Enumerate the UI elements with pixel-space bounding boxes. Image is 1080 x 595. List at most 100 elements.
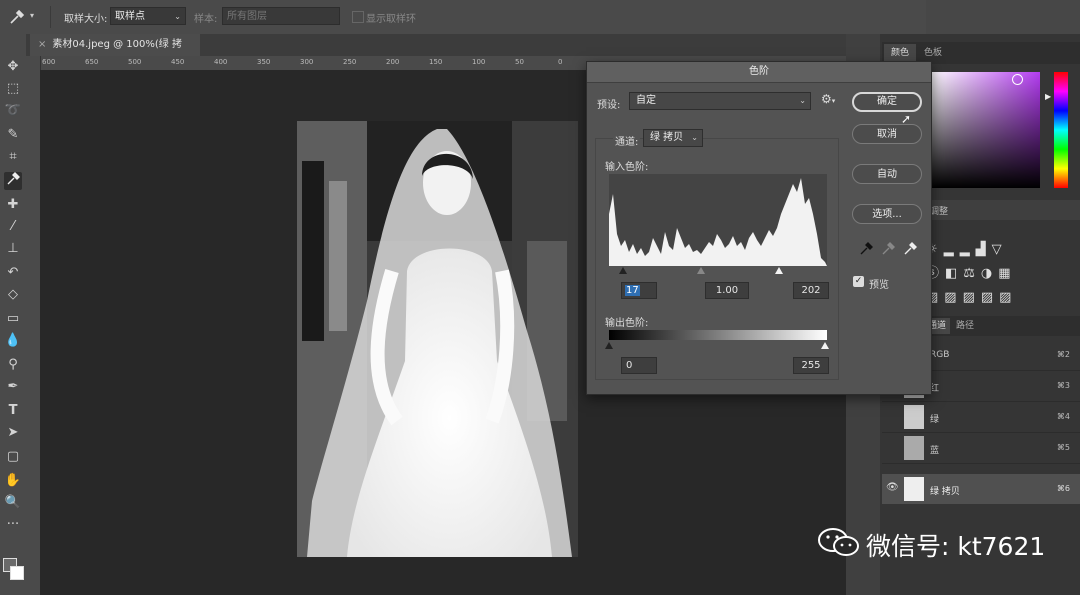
tab-paths-label: 路径	[955, 321, 974, 331]
sample-value: 所有图层	[227, 11, 267, 22]
brush-tool-icon[interactable]: ⁄	[4, 218, 22, 236]
output-black-field[interactable]: 0	[621, 357, 657, 374]
white-point-eyedropper-icon[interactable]	[903, 242, 917, 259]
hue-slider-arrow-icon: ▶	[1045, 92, 1052, 101]
adjustment-row-2[interactable]: ⓢ◧⚖◑▦	[926, 262, 1076, 286]
path-select-tool-icon[interactable]: ➤	[4, 424, 22, 442]
input-white-field[interactable]: 202	[793, 282, 829, 299]
input-white-slider[interactable]	[775, 267, 783, 274]
ruler-tick: 650	[85, 58, 99, 66]
ok-button[interactable]: 确定	[852, 92, 922, 112]
channel-select[interactable]: 绿 拷贝 ⌄	[643, 129, 703, 147]
document-image[interactable]	[297, 121, 578, 557]
input-black-slider[interactable]	[619, 267, 627, 274]
zoom-tool-icon[interactable]: 🔍	[4, 494, 22, 512]
input-gamma-slider[interactable]	[697, 267, 705, 274]
adjustments-title: 调整	[930, 204, 948, 217]
crop-tool-icon[interactable]: ⌗	[4, 148, 22, 166]
history-brush-tool-icon[interactable]: ↶	[4, 264, 22, 282]
chevron-down-icon[interactable]: ▾	[30, 11, 34, 20]
shape-tool-icon[interactable]: ▢	[4, 448, 22, 466]
output-black-slider[interactable]	[605, 342, 613, 349]
adjustment-icons: ☼▂▂▟▽ ⓢ◧⚖◑▦ ▨▨▨▨▨	[926, 238, 1076, 310]
eye-icon[interactable]: 👁	[886, 482, 899, 493]
preset-label: 预设:	[597, 100, 621, 111]
dialog-title-bar[interactable]: 色阶	[587, 62, 931, 83]
channel-shortcut: ⌘5	[1056, 443, 1070, 452]
channel-name: 蓝	[930, 446, 940, 456]
channel-shortcut: ⌘3	[1056, 381, 1070, 390]
adjustment-row-1[interactable]: ☼▂▂▟▽	[926, 238, 1076, 262]
ok-button-label: 确定	[877, 96, 897, 107]
sample-size-select[interactable]: 取样点 ⌄	[110, 7, 186, 25]
gray-point-eyedropper-icon[interactable]	[881, 242, 895, 259]
channel-row-selected[interactable]: 👁 绿 拷贝 ⌘6	[882, 474, 1080, 504]
output-white-field[interactable]: 255	[793, 357, 829, 374]
vertical-ruler[interactable]	[26, 56, 41, 595]
tab-swatches-label: 色板	[923, 48, 942, 58]
gradient-tool-icon[interactable]: ▭	[4, 310, 22, 328]
sample-select[interactable]: 所有图层	[222, 7, 340, 25]
document-tab[interactable]: ×素材04.jpeg @ 100%(绿 拷贝/8) *	[30, 34, 200, 72]
levels-dialog: 色阶 预设: 自定 ⌄ ⚙▾ 通道: 绿 拷贝 ⌄ 输入色阶: 17 1.00 …	[586, 61, 932, 395]
more-tools-icon[interactable]: ···	[4, 516, 22, 534]
background-color-swatch[interactable]	[10, 566, 24, 580]
close-icon[interactable]: ×	[38, 39, 46, 50]
sample-size-value: 取样点	[115, 11, 145, 22]
ruler-tick: 350	[257, 58, 271, 66]
output-levels-label: 输出色阶:	[605, 318, 649, 329]
ruler-tick: 150	[429, 58, 443, 66]
tab-paths[interactable]: 路径	[952, 318, 978, 334]
blur-tool-icon[interactable]: 💧	[4, 332, 22, 350]
eyedropper-icon[interactable]	[8, 8, 26, 26]
preset-options-gear-icon[interactable]: ⚙▾	[821, 92, 835, 106]
lasso-tool-icon[interactable]: ➰	[4, 102, 22, 120]
options-bar: ▾ 取样大小: 取样点 ⌄ 样本: 所有图层 显示取样环	[0, 0, 1080, 35]
chevron-down-icon: ⌄	[691, 133, 698, 142]
pen-tool-icon[interactable]: ✒	[4, 378, 22, 396]
stamp-tool-icon[interactable]: ⊥	[4, 240, 22, 258]
options-button[interactable]: 选项...	[852, 204, 922, 224]
eyedropper-tool-icon[interactable]	[4, 172, 22, 190]
preview-checkbox[interactable]: ✓	[853, 276, 864, 287]
dodge-tool-icon[interactable]: ⚲	[4, 356, 22, 374]
channel-name: RGB	[930, 350, 950, 360]
channel-label: 通道:	[613, 133, 641, 148]
ruler-tick: 500	[128, 58, 142, 66]
hand-tool-icon[interactable]: ✋	[4, 472, 22, 490]
output-white-slider[interactable]	[821, 342, 829, 349]
channel-value: 绿 拷贝	[650, 132, 684, 143]
channel-row[interactable]: 蓝 ⌘5	[882, 433, 1080, 464]
color-picker-cursor	[1012, 74, 1023, 85]
marquee-tool-icon[interactable]: ⬚	[4, 80, 22, 98]
preset-value: 自定	[636, 95, 656, 106]
hue-slider[interactable]	[1054, 72, 1068, 188]
output-black-value: 0	[626, 360, 633, 371]
channel-row[interactable]: 绿 ⌘4	[882, 402, 1080, 433]
auto-button[interactable]: 自动	[852, 164, 922, 184]
tab-color[interactable]: 颜色	[884, 44, 916, 62]
black-point-eyedropper-icon[interactable]	[859, 242, 873, 259]
adjustment-row-3[interactable]: ▨▨▨▨▨	[926, 286, 1076, 310]
healing-brush-tool-icon[interactable]: ✚	[4, 196, 22, 214]
channel-name: 绿	[930, 415, 940, 425]
input-levels-label: 输入色阶:	[605, 162, 649, 173]
auto-button-label: 自动	[877, 169, 897, 180]
ruler-tick: 50	[515, 58, 524, 66]
histogram-graph	[609, 178, 827, 266]
cancel-button-label: 取消	[877, 129, 897, 140]
ruler-tick: 400	[214, 58, 228, 66]
wechat-icon	[818, 527, 860, 567]
show-ring-checkbox[interactable]	[352, 11, 364, 23]
preset-select[interactable]: 自定 ⌄	[629, 92, 811, 110]
eraser-tool-icon[interactable]: ◇	[4, 286, 22, 304]
input-black-field[interactable]: 17	[621, 282, 657, 299]
input-gamma-field[interactable]: 1.00	[705, 282, 749, 299]
type-tool-icon[interactable]: T	[4, 402, 22, 420]
dialog-title: 色阶	[749, 66, 769, 77]
cancel-button[interactable]: 取消	[852, 124, 922, 144]
quick-select-tool-icon[interactable]: ✎	[4, 126, 22, 144]
color-field[interactable]	[930, 72, 1040, 188]
move-tool-icon[interactable]: ✥	[4, 58, 22, 76]
tab-swatches[interactable]: 色板	[918, 44, 948, 62]
